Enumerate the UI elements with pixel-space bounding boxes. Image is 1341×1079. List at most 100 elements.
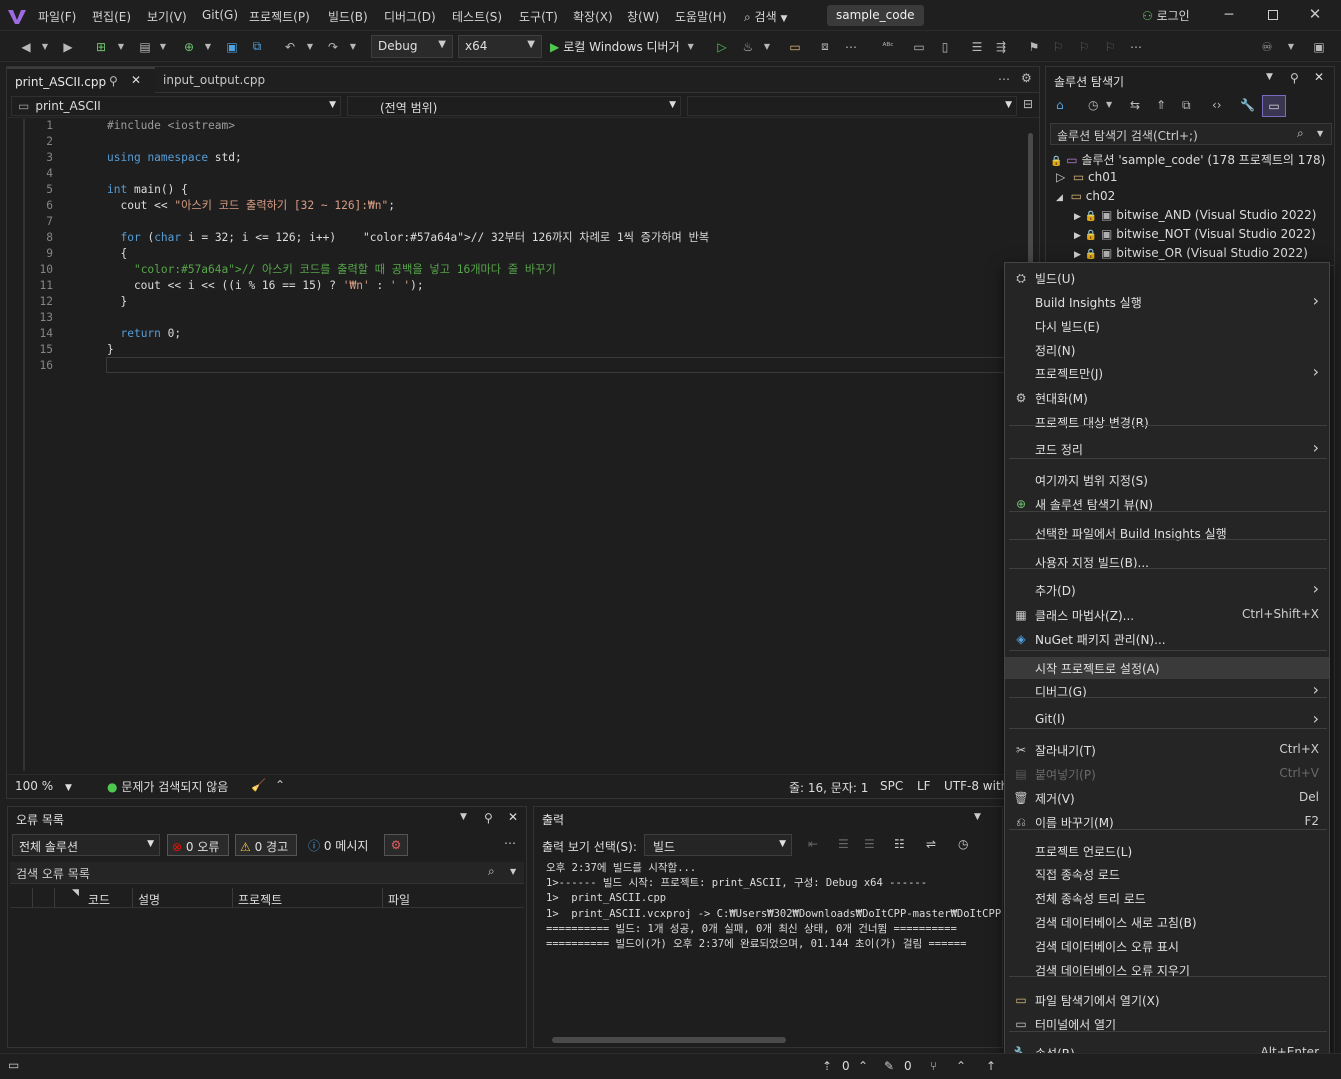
context-menu-item[interactable]: 다시 빌드(E)	[1005, 315, 1329, 337]
changes-count[interactable]: 0	[904, 1059, 912, 1073]
add-item-icon[interactable]: ⊕	[180, 37, 198, 56]
clear-all-icon[interactable]: ☷	[894, 837, 905, 851]
context-menu-item[interactable]: 검색 데이터베이스 새로 고침(B)	[1005, 911, 1329, 933]
menu-project[interactable]: 프로젝트(P)	[249, 8, 310, 25]
code-line[interactable]: {	[107, 246, 127, 262]
bookmark-icon[interactable]: ⚑	[1026, 37, 1042, 56]
context-menu-item[interactable]: ⚙ 현대화(M)	[1005, 387, 1329, 409]
project-dropdown[interactable]: ▭ print_ASCII ▼	[11, 96, 341, 116]
code-line[interactable]: using namespace std;	[107, 150, 242, 166]
member-dropdown[interactable]: ▼	[687, 96, 1017, 116]
uncomment-icon[interactable]: ▯	[936, 37, 954, 56]
chevron-down-icon[interactable]: ▼	[762, 37, 772, 56]
more-icon[interactable]: ⋯	[1128, 37, 1144, 56]
close-icon[interactable]: ✕	[508, 810, 518, 824]
show-all-files-icon[interactable]: ⧉	[1182, 98, 1191, 113]
code-line[interactable]: cout << i << ((i % 16 == 15) ? '₩n' : ' …	[107, 278, 424, 294]
split-editor-icon[interactable]: ⊟	[1023, 97, 1033, 111]
chevron-down-icon[interactable]: ▼	[460, 812, 467, 822]
menu-view[interactable]: 보기(V)	[147, 8, 187, 25]
prev-bookmark-icon[interactable]: ⚐	[1050, 37, 1066, 56]
context-menu-item[interactable]: 전체 종속성 트리 로드	[1005, 887, 1329, 909]
context-menu-item[interactable]: 검색 데이터베이스 오류 지우기	[1005, 959, 1329, 981]
solution-explorer-search[interactable]: 솔루션 탐색기 검색(Ctrl+;) ⌕ ▼	[1050, 123, 1332, 145]
notifications-icon[interactable]: ▭	[8, 1058, 19, 1072]
more-icon[interactable]: ⋯	[843, 37, 859, 56]
commits-count[interactable]: 0	[842, 1059, 850, 1073]
code-line[interactable]: #include <iostream>	[107, 118, 235, 134]
new-project-icon[interactable]: ⊞	[92, 37, 110, 56]
horizontal-scrollbar[interactable]	[552, 1037, 786, 1043]
column-code[interactable]: 코드	[88, 891, 110, 908]
whitespace-indicator[interactable]: SPC	[880, 779, 903, 793]
comment-icon[interactable]: ▭	[910, 37, 928, 56]
context-menu-item[interactable]: ▤ 붙여넣기(P) Ctrl+V	[1005, 763, 1329, 785]
chevron-up-icon[interactable]: ⌃	[956, 1059, 966, 1073]
forward-icon[interactable]: ▶	[60, 37, 76, 56]
context-menu-item[interactable]: 추가(D) ›	[1005, 579, 1329, 601]
menu-help[interactable]: 도움말(H)	[675, 8, 727, 25]
chevron-down-icon[interactable]: ▼	[203, 37, 213, 56]
scrollbar-thumb[interactable]	[1028, 133, 1033, 273]
line-ending-indicator[interactable]: LF	[917, 779, 931, 793]
settings-panel-icon[interactable]: ▣	[1310, 37, 1328, 56]
collapse-all-icon[interactable]: ⇑	[1156, 98, 1166, 112]
code-line[interactable]: for (char i = 32; i <= 126; i++) "color:…	[107, 230, 709, 246]
new-file-icon[interactable]: ▤	[136, 37, 154, 56]
context-menu-item[interactable]: 검색 데이터베이스 오류 표시	[1005, 935, 1329, 957]
menu-file[interactable]: 파일(F)	[38, 8, 76, 25]
warnings-filter-button[interactable]: ⚠ 0 경고	[235, 834, 297, 856]
errors-filter-button[interactable]: ⊗ 0 오류	[167, 834, 229, 856]
chevron-down-icon[interactable]: ▼	[974, 812, 981, 822]
preview-selected-icon[interactable]: ▭	[1262, 95, 1286, 117]
context-menu-item[interactable]: 코드 정리 ›	[1005, 438, 1329, 460]
context-menu-item[interactable]: ▭ 파일 탐색기에서 열기(X)	[1005, 989, 1329, 1011]
chevron-down-icon[interactable]: ▼	[1266, 72, 1273, 82]
code-line[interactable]: }	[107, 294, 127, 310]
error-search-input[interactable]: 검색 오류 목록 ⌕ ▼	[10, 862, 524, 884]
tree-project-bitwise-or[interactable]: ▶ 🔒 ▣ bitwise_OR (Visual Studio 2022)	[1074, 246, 1308, 260]
menu-window[interactable]: 창(W)	[627, 8, 659, 25]
zoom-dropdown[interactable]: 100 % ▼	[15, 779, 72, 793]
context-menu-item[interactable]: ✂ 잘라내기(T) Ctrl+X	[1005, 739, 1329, 761]
chevron-down-icon[interactable]: ▼	[305, 37, 315, 56]
context-menu-item[interactable]: 선택한 파일에서 Build Insights 실행	[1005, 522, 1329, 544]
context-menu-item[interactable]: ▦ 클래스 마법사(Z)... Ctrl+Shift+X	[1005, 604, 1329, 626]
code-line[interactable]: }	[107, 342, 114, 358]
search-menu[interactable]: ⌕ 검색 ▼	[744, 8, 787, 25]
tree-project-bitwise-not[interactable]: ▶ 🔒 ▣ bitwise_NOT (Visual Studio 2022)	[1074, 227, 1316, 241]
menu-edit[interactable]: 편집(E)	[92, 8, 131, 25]
column-file[interactable]: 파일	[388, 891, 410, 908]
context-menu-item[interactable]: ◈ NuGet 패키지 관리(N)...	[1005, 628, 1329, 650]
back-icon[interactable]: ◀	[18, 37, 34, 56]
context-menu-item[interactable]: 정리(N)	[1005, 339, 1329, 361]
column-description[interactable]: 설명	[138, 891, 160, 908]
tree-project-bitwise-and[interactable]: ▶ 🔒 ▣ bitwise_AND (Visual Studio 2022)	[1074, 208, 1316, 222]
context-menu-item[interactable]: Build Insights 실행 ›	[1005, 291, 1329, 313]
pin-icon[interactable]: ⚲	[484, 811, 493, 825]
context-menu-item[interactable]: 디버그(G) ›	[1005, 680, 1329, 702]
chevron-down-icon[interactable]: ▼	[116, 37, 126, 56]
output-text[interactable]: 오후 2:37에 빌드를 시작함... 1>------ 빌드 시작: 프로젝트:…	[546, 861, 1001, 981]
wrench-icon[interactable]: 🔧	[1240, 98, 1255, 112]
redo-icon[interactable]: ↷	[325, 37, 341, 56]
next-bookmark-icon[interactable]: ⚐	[1076, 37, 1092, 56]
chevron-down-icon[interactable]: ▼	[40, 37, 50, 56]
goto-message-icon[interactable]: ☰	[864, 837, 875, 851]
start-without-debugging-icon[interactable]: ▷	[714, 37, 730, 56]
save-icon[interactable]: ▣	[224, 37, 240, 56]
messages-filter-button[interactable]: ⓘ 0 메시지	[304, 834, 378, 856]
chevron-down-icon[interactable]: ▼	[1286, 37, 1296, 56]
maximize-icon[interactable]	[1266, 8, 1280, 22]
tab-overflow-icon[interactable]: ⋯	[998, 72, 1010, 86]
close-icon[interactable]: ✕	[1308, 5, 1322, 23]
chevron-down-icon[interactable]: ▼	[348, 37, 358, 56]
code-line[interactable]: int main() {	[107, 182, 188, 198]
context-menu-item[interactable]: 프로젝트 언로드(L)	[1005, 840, 1329, 862]
error-scope-dropdown[interactable]: 전체 솔루션 ▼	[12, 834, 160, 856]
home-icon[interactable]: ⌂	[1056, 98, 1064, 112]
menu-tools[interactable]: 도구(T)	[519, 8, 558, 25]
close-icon[interactable]: ✕	[1314, 70, 1324, 84]
branch-icon[interactable]: ⑂	[930, 1059, 937, 1073]
folder-search-icon[interactable]: ▭	[786, 37, 804, 56]
